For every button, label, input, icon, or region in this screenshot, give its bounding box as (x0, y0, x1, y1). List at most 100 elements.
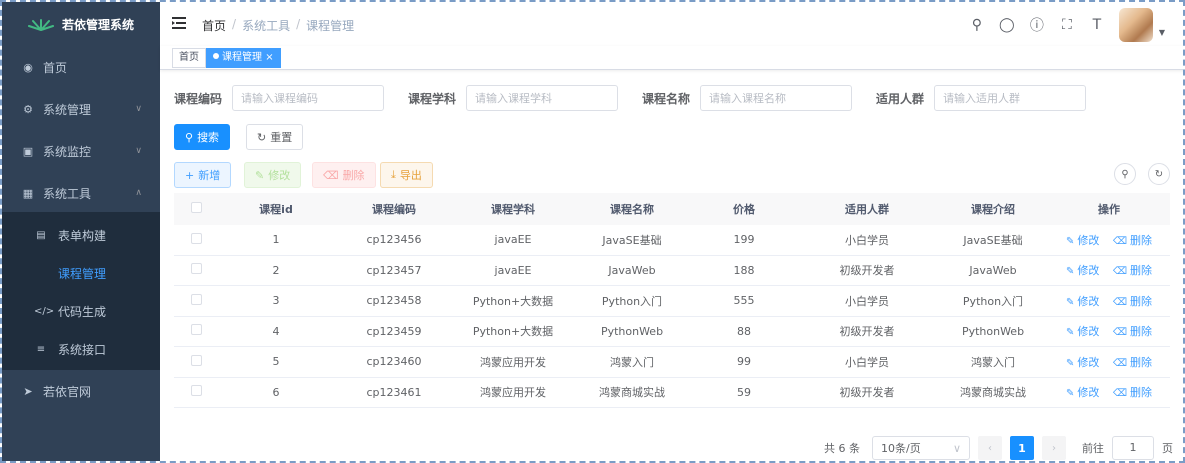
table-cell: 小白学员 (845, 233, 889, 247)
table-cell: 59 (737, 385, 751, 399)
row-delete-link[interactable]: ⌫ 删除 (1113, 234, 1152, 247)
sidebar-item-website[interactable]: ➤ 若依官网 (2, 370, 160, 412)
row-checkbox[interactable] (190, 385, 202, 397)
trash-icon: ⌫ (1112, 235, 1128, 247)
sidebar-logo[interactable]: 若依管理系统 (2, 2, 160, 46)
avatar[interactable] (1118, 8, 1153, 42)
toggle-search-button[interactable]: ⚲ (1114, 163, 1136, 185)
export-button[interactable]: ⤓ 导出 (380, 162, 433, 188)
github-icon[interactable]: ◯ (999, 17, 1015, 33)
search-form: 课程编码 课程学科 课程名称 适用人群 (174, 85, 1110, 111)
page-size-select[interactable]: 10条/页 ∨ (872, 436, 970, 460)
breadcrumb: 首页 / 系统工具 / 课程管理 (202, 17, 355, 34)
help-icon[interactable]: ⓘ (1029, 15, 1045, 35)
trash-icon: ⌫ (323, 168, 339, 182)
caret-down-icon[interactable]: ▼ (1159, 28, 1165, 37)
row-edit-link[interactable]: ✎ 修改 (1066, 234, 1099, 247)
page-unit: 页 (1162, 442, 1173, 455)
sidebar-subitem-api[interactable]: ≡ 系统接口 (2, 330, 160, 368)
table-cell: JavaSE基础 (602, 233, 662, 247)
row-edit-link[interactable]: ✎ 修改 (1066, 386, 1099, 399)
main-content: 课程编码 课程学科 课程名称 适用人群 ⚲ 搜索 ↻ 重置 (160, 70, 1183, 461)
refresh-icon: ↻ (257, 130, 267, 144)
col-header: 课程学科 (491, 203, 535, 216)
table-row: 6 cp123461 鸿蒙应用开发 鸿蒙商城实战 59 初级开发者 鸿蒙商城实战 ✎ 修改 ⌫… (174, 378, 1170, 408)
table-cell: 199 (733, 233, 755, 247)
tags-view: 首页 课程管理 × (160, 46, 1183, 70)
table-cell: Python+大数据 (472, 294, 554, 308)
row-checkbox[interactable] (190, 263, 202, 275)
sidebar-subitem-course[interactable]: 课程管理 (2, 254, 160, 292)
row-checkbox[interactable] (190, 324, 202, 336)
sidebar-item-tools[interactable]: ▦ 系统工具 ∧ (2, 172, 160, 214)
table-header: 课程id 课程编码 课程学科 课程名称 价格 适用人群 课程介绍 操作 (174, 193, 1170, 225)
table-row: 3 cp123458 Python+大数据 Python入门 555 小白学员 Python… (174, 286, 1170, 317)
next-page-button[interactable]: › (1042, 436, 1066, 460)
chevron-up-icon: ∧ (135, 188, 142, 198)
refresh-button[interactable]: ↻ (1148, 163, 1170, 185)
table-row: 5 cp123460 鸿蒙应用开发 鸿蒙入门 99 小白学员 鸿蒙入门 ✎ 修改 ⌫ 删除 (174, 347, 1170, 378)
breadcrumb-current: 课程管理 (306, 19, 355, 33)
search-icon[interactable]: ⚲ (969, 17, 985, 33)
course-name-input[interactable] (700, 85, 853, 111)
course-subject-input[interactable] (466, 85, 619, 111)
page-number-current[interactable]: 1 (1010, 436, 1034, 460)
field-course-name: 课程名称 (642, 85, 853, 111)
font-size-icon[interactable]: T (1089, 17, 1105, 33)
row-edit-link[interactable]: ✎ 修改 (1066, 264, 1099, 277)
row-delete-link[interactable]: ⌫ 删除 (1113, 264, 1152, 277)
select-all-checkbox[interactable] (190, 202, 202, 213)
table-cell: cp123460 (366, 355, 422, 369)
edit-icon: ✎ (255, 168, 265, 182)
row-edit-link[interactable]: ✎ 修改 (1066, 295, 1099, 308)
row-edit-link[interactable]: ✎ 修改 (1066, 325, 1099, 338)
search-button[interactable]: ⚲ 搜索 (174, 124, 231, 150)
sidebar-item-label: 若依官网 (43, 384, 92, 399)
reset-button[interactable]: ↻ 重置 (246, 124, 304, 150)
table-cell: JavaWeb (608, 263, 656, 277)
goto-page-input[interactable]: 1 (1112, 436, 1154, 460)
table-cell: 鸿蒙应用开发 (480, 355, 546, 369)
course-code-input[interactable] (232, 85, 385, 111)
table-cell: 3 (272, 294, 280, 308)
table-cell: 初级开发者 (839, 325, 895, 339)
breadcrumb-home[interactable]: 首页 (202, 17, 226, 34)
edit-button[interactable]: ✎ 修改 (244, 162, 302, 188)
active-dot-icon (213, 53, 219, 59)
chevron-down-icon: ∨ (135, 104, 142, 114)
total-count: 共 6 条 (824, 442, 860, 455)
add-button[interactable]: + 新增 (174, 162, 232, 188)
close-icon[interactable]: × (265, 52, 273, 63)
sidebar-item-system[interactable]: ⚙ 系统管理 ∨ (2, 88, 160, 130)
sidebar-subitem-codegen[interactable]: </> 代码生成 (2, 292, 160, 330)
row-checkbox[interactable] (190, 293, 202, 305)
hamburger-icon[interactable] (172, 16, 186, 30)
sidebar-item-home[interactable]: ◉ 首页 (2, 46, 160, 88)
prev-page-button[interactable]: ‹ (978, 436, 1002, 460)
table-cell: 6 (272, 385, 280, 399)
audience-input[interactable] (934, 85, 1087, 111)
refresh-icon: ↻ (1154, 168, 1164, 180)
table-cell: cp123456 (366, 233, 422, 247)
row-checkbox[interactable] (190, 232, 202, 244)
sidebar-item-monitor[interactable]: ▣ 系统监控 ∨ (2, 130, 160, 172)
table-cell: cp123458 (366, 294, 422, 308)
row-delete-link[interactable]: ⌫ 删除 (1113, 356, 1152, 369)
tag-course[interactable]: 课程管理 × (206, 48, 281, 68)
tag-home[interactable]: 首页 (172, 48, 206, 68)
field-label: 课程学科 (408, 91, 457, 106)
row-delete-link[interactable]: ⌫ 删除 (1113, 295, 1152, 308)
row-checkbox[interactable] (190, 354, 202, 366)
row-delete-link[interactable]: ⌫ 删除 (1113, 325, 1152, 338)
table-row: 4 cp123459 Python+大数据 PythonWeb 88 初级开发者 Pytho… (174, 317, 1170, 347)
edit-icon: ✎ (1065, 327, 1075, 339)
sidebar-subitem-label: 表单构建 (58, 228, 107, 243)
row-edit-link[interactable]: ✎ 修改 (1066, 356, 1099, 369)
fullscreen-icon[interactable]: ⛶ (1059, 17, 1075, 33)
delete-button[interactable]: ⌫ 删除 (312, 162, 376, 188)
row-delete-link[interactable]: ⌫ 删除 (1113, 386, 1152, 399)
table-cell: 99 (737, 355, 751, 369)
sidebar-subitem-form-build[interactable]: ▤ 表单构建 (2, 216, 160, 254)
table-cell: Python入门 (601, 294, 663, 308)
search-icon: ⚲ (1121, 168, 1129, 180)
